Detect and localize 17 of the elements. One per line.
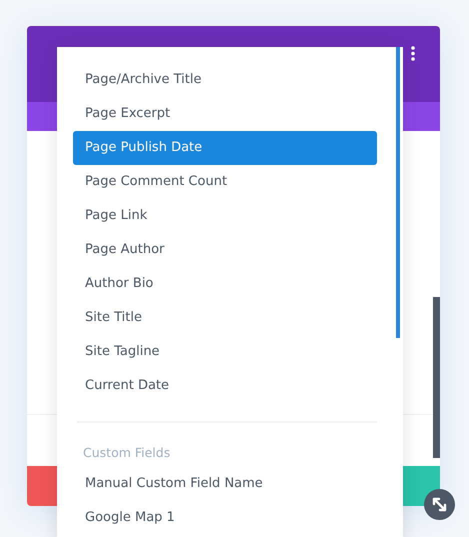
more-options-icon[interactable] xyxy=(410,46,416,61)
menu-item[interactable]: Author Bio xyxy=(73,267,377,301)
menu-item[interactable]: Page Publish Date xyxy=(73,131,377,165)
menu-item[interactable]: Site Title xyxy=(73,301,377,335)
scrollbar[interactable] xyxy=(433,297,440,458)
menu-item[interactable]: Page Link xyxy=(73,199,377,233)
menu-item[interactable]: Google Map 1 xyxy=(73,501,377,535)
resize-icon[interactable] xyxy=(424,489,455,520)
menu-item[interactable]: Page Excerpt xyxy=(73,97,377,131)
menu-item[interactable]: Page/Archive Title xyxy=(73,63,377,97)
scrollbar[interactable] xyxy=(396,47,400,338)
menu-item[interactable]: Site Tagline xyxy=(73,335,377,369)
menu-item[interactable]: Page Comment Count xyxy=(73,165,377,199)
group-heading: Custom Fields xyxy=(83,444,172,462)
menu-item[interactable]: Manual Custom Field Name xyxy=(73,467,377,501)
menu-item[interactable]: Page Author xyxy=(73,233,377,267)
menu-item[interactable]: Current Date xyxy=(73,369,377,403)
